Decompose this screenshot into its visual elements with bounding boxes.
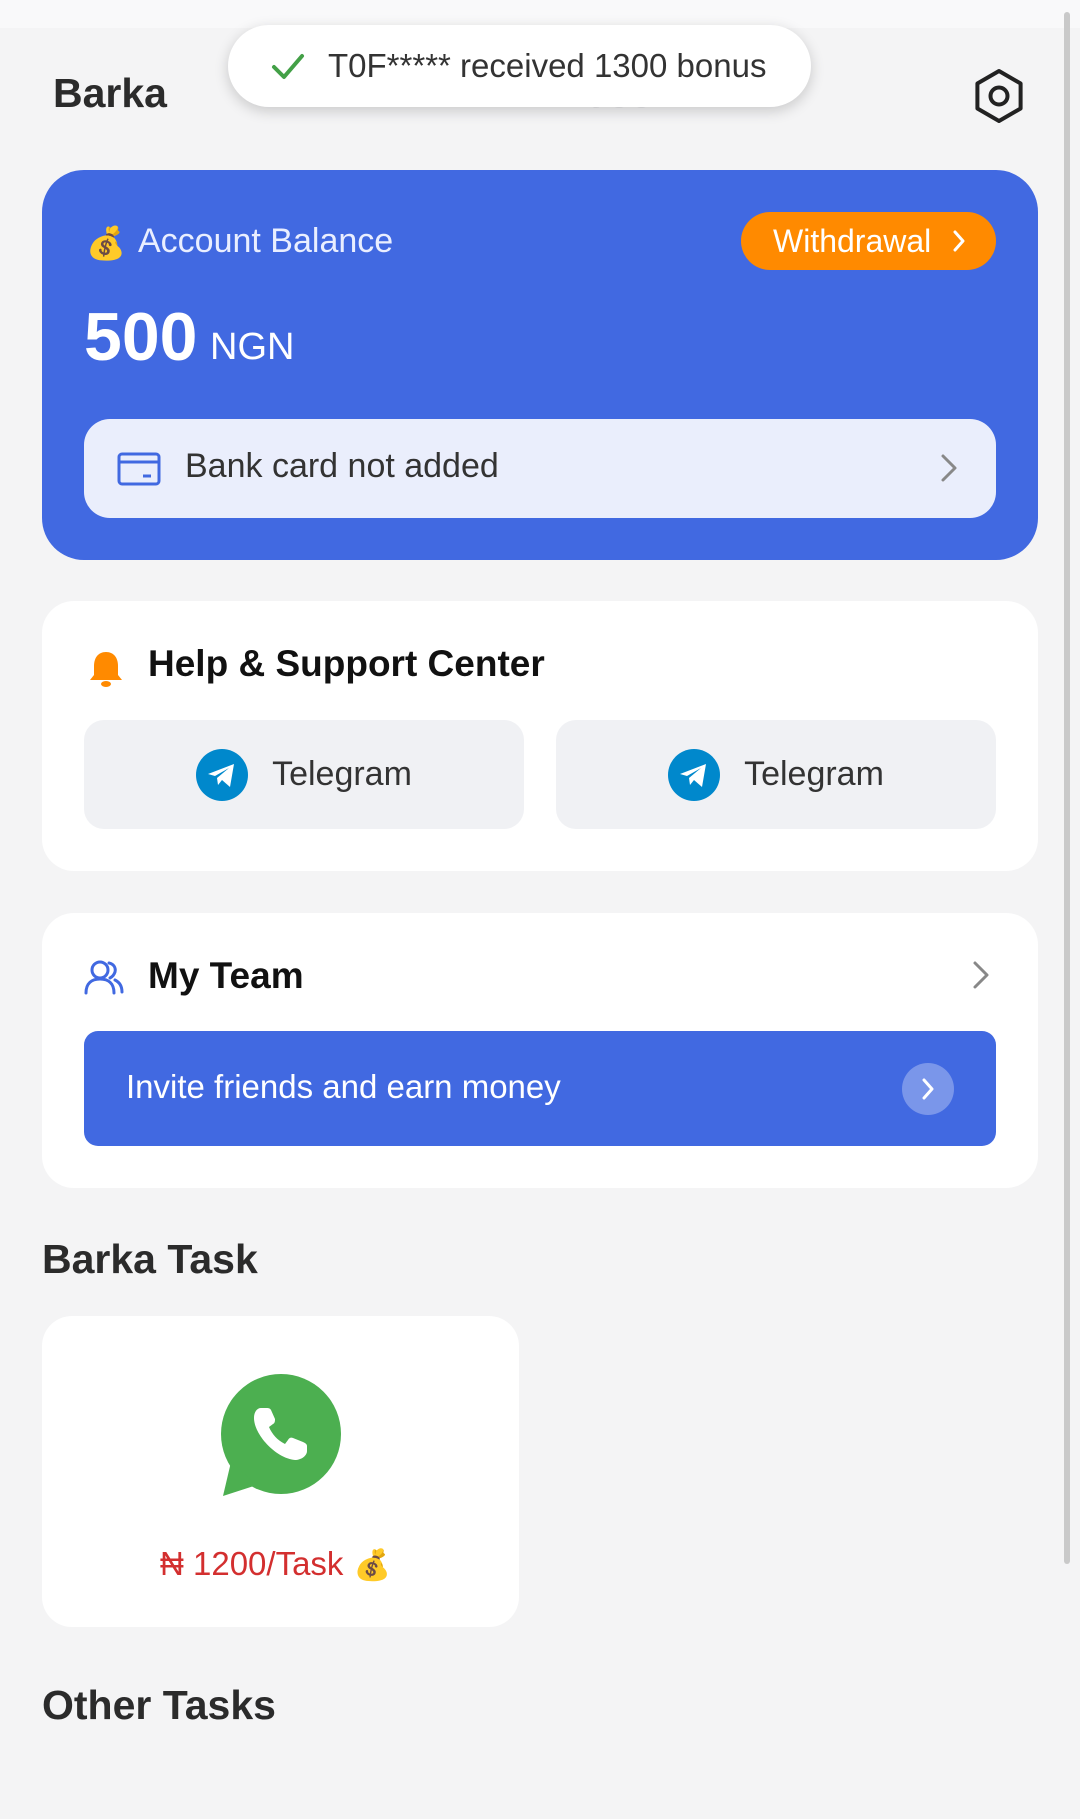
whatsapp-icon <box>221 1374 341 1496</box>
bank-card-row[interactable]: Bank card not added <box>84 419 996 518</box>
check-icon <box>272 54 304 79</box>
task-price-text: ₦ 1200/Task <box>160 1545 344 1582</box>
my-team-card: My Team Invite friends and earn money <box>42 913 1038 1188</box>
chevron-right-icon <box>902 1063 954 1115</box>
withdrawal-button[interactable]: Withdrawal <box>741 212 996 270</box>
scrollbar[interactable] <box>1064 12 1070 1564</box>
bell-icon <box>90 652 122 687</box>
toast-message: T0F***** received 1300 bonus <box>328 47 767 84</box>
money-bag-icon: 💰 <box>353 1549 391 1582</box>
people-icon <box>84 960 124 995</box>
invite-text: Invite friends and earn money <box>126 1068 561 1105</box>
task-card[interactable]: ₦ 1200/Task 💰 <box>42 1316 519 1627</box>
telegram-label: Telegram <box>744 755 884 793</box>
barka-task-title: Barka Task <box>42 1236 258 1282</box>
balance-card: 💰 Account Balance Withdrawal 500 NGN Ban… <box>42 170 1038 560</box>
settings-icon[interactable] <box>970 67 1028 125</box>
other-tasks-title: Other Tasks <box>42 1682 276 1728</box>
task-price: ₦ 1200/Task 💰 <box>160 1545 391 1583</box>
credit-card-icon <box>117 452 161 486</box>
toast-notification: T0F***** received 1300 bonus <box>228 25 811 107</box>
app-title: Barka <box>53 70 167 116</box>
telegram-icon <box>668 748 721 801</box>
chevron-right-icon <box>953 230 965 252</box>
bank-card-status: Bank card not added <box>185 447 499 485</box>
balance-amount: 500 <box>84 299 198 375</box>
balance-label: Account Balance <box>138 222 394 260</box>
chevron-right-icon[interactable] <box>972 960 990 990</box>
invite-friends-button[interactable]: Invite friends and earn money <box>84 1031 996 1146</box>
withdrawal-label: Withdrawal <box>773 222 932 259</box>
chevron-right-icon <box>941 454 957 482</box>
telegram-icon <box>196 748 249 801</box>
money-bag-icon: 💰 <box>86 225 126 261</box>
telegram-label: Telegram <box>272 755 412 793</box>
my-team-title: My Team <box>148 955 304 996</box>
status-strip <box>0 0 1080 28</box>
telegram-button-2[interactable]: Telegram <box>556 720 996 829</box>
help-support-title: Help & Support Center <box>148 643 545 684</box>
help-support-card: Help & Support Center Telegram Telegram <box>42 601 1038 871</box>
balance-currency: NGN <box>210 326 295 368</box>
telegram-button-1[interactable]: Telegram <box>84 720 524 829</box>
